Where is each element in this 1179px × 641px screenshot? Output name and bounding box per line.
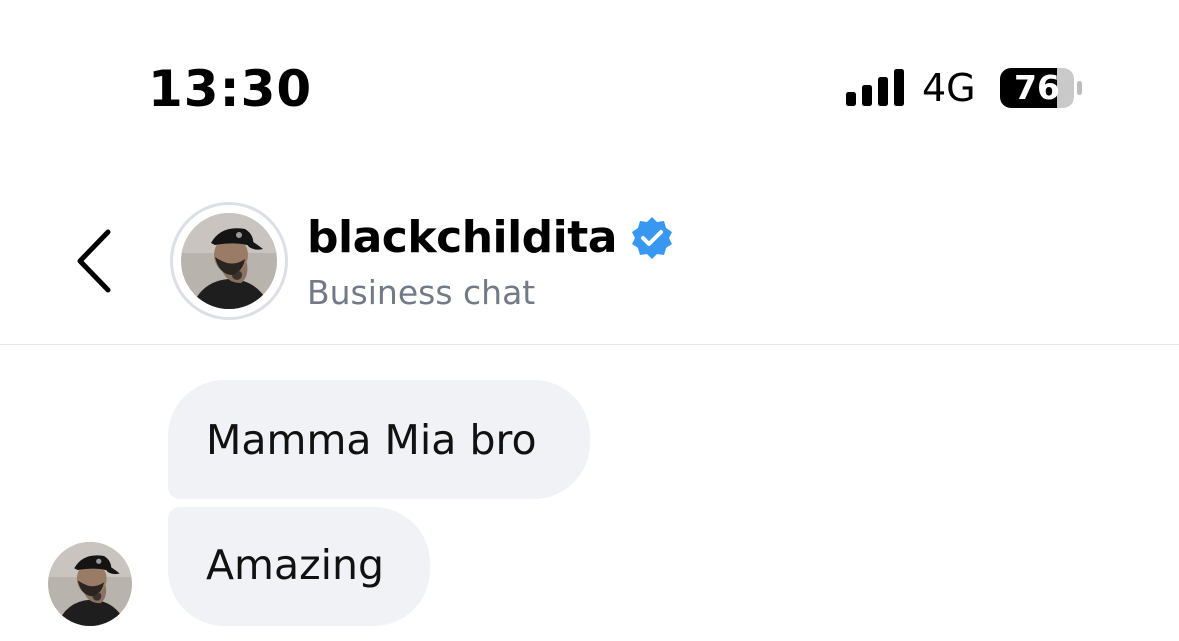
- username: blackchildita: [307, 212, 618, 263]
- profile-avatar[interactable]: [170, 202, 288, 320]
- message-bubble[interactable]: Mamma Mia bro: [168, 380, 590, 499]
- cellular-signal-icon: [846, 69, 904, 106]
- network-type: 4G: [922, 66, 976, 110]
- chat-header: blackchildita Business chat: [0, 150, 1179, 345]
- message-text: Amazing: [206, 541, 385, 589]
- verified-badge-icon: [632, 217, 672, 259]
- message-bubble[interactable]: Amazing: [168, 507, 430, 626]
- avatar-photo: [181, 213, 277, 309]
- status-bar: 13:30 4G 76: [0, 0, 1179, 150]
- back-button[interactable]: [70, 226, 118, 296]
- battery-level: 76: [1014, 68, 1060, 107]
- sender-avatar[interactable]: [48, 542, 132, 626]
- username-row[interactable]: blackchildita: [307, 208, 675, 268]
- chevron-left-icon: [77, 229, 111, 293]
- message-text: Mamma Mia bro: [206, 416, 537, 464]
- status-time: 13:30: [148, 60, 313, 118]
- chat-type-label: Business chat: [307, 273, 536, 312]
